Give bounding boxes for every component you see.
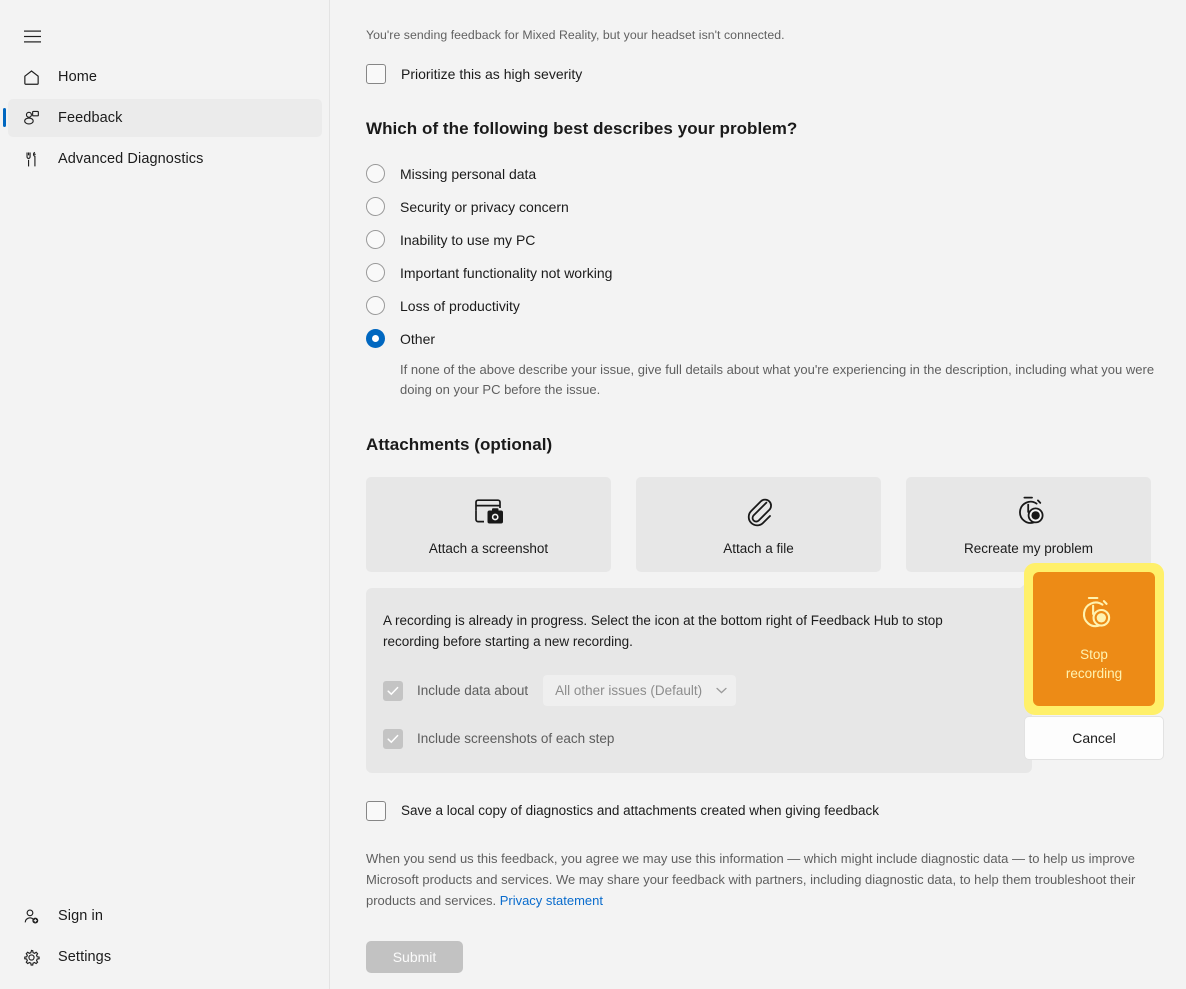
- radio-button[interactable]: [366, 230, 385, 249]
- home-icon: [21, 67, 41, 87]
- radio-label: Loss of productivity: [400, 297, 520, 314]
- save-local-copy-checkbox[interactable]: [366, 801, 386, 821]
- radio-label: Important functionality not working: [400, 264, 613, 281]
- save-local-copy-label: Save a local copy of diagnostics and att…: [401, 803, 880, 818]
- radio-option-security-or-privacy-concern[interactable]: Security or privacy concern: [366, 190, 1186, 223]
- stop-recording-group: Stop recording Cancel: [1024, 563, 1164, 760]
- prioritize-checkbox[interactable]: [366, 64, 386, 84]
- chevron-down-icon: [716, 685, 727, 697]
- include-screenshots-checkbox: [383, 729, 403, 749]
- sidebar-item-label: Sign in: [58, 908, 104, 924]
- hamburger-menu-icon[interactable]: [10, 18, 54, 54]
- attach-a-file-button[interactable]: Attach a file: [636, 477, 881, 572]
- recreate-my-problem-button[interactable]: Recreate my problem: [906, 477, 1151, 572]
- radio-button-selected[interactable]: [366, 329, 385, 348]
- paperclip-icon: [744, 493, 774, 531]
- attachment-buttons-row: Attach a screenshot Attach a file Recrea…: [366, 477, 1186, 572]
- dropdown-value: All other issues (Default): [555, 683, 703, 698]
- stopwatch-record-icon: [1011, 493, 1047, 531]
- problem-section-heading: Which of the following best describes yo…: [366, 119, 798, 138]
- gear-icon: [21, 947, 41, 967]
- save-local-copy-row[interactable]: Save a local copy of diagnostics and att…: [366, 801, 1186, 821]
- include-screenshots-label: Include screenshots of each step: [417, 731, 615, 746]
- attach-a-screenshot-button[interactable]: Attach a screenshot: [366, 477, 611, 572]
- include-data-about-checkbox: [383, 680, 403, 701]
- mixed-reality-notice: You're sending feedback for Mixed Realit…: [366, 28, 785, 42]
- person-add-icon: [21, 906, 41, 926]
- stop-recording-label: Stop recording: [1066, 645, 1122, 683]
- radio-option-important-functionality-not-working[interactable]: Important functionality not working: [366, 256, 1186, 289]
- radio-label: Missing personal data: [400, 165, 537, 182]
- stop-recording-label-line1: Stop: [1080, 647, 1108, 662]
- hamburger-menu-glyph: [23, 30, 41, 42]
- diagnostics-icon: [21, 149, 41, 169]
- feedback-hub-window: Home Feedback Advanced Diagnostics Sign …: [0, 0, 1186, 989]
- legal-disclaimer: When you send us this feedback, you agre…: [366, 848, 1136, 911]
- screenshot-camera-icon: [472, 493, 506, 531]
- radio-label: Other: [400, 330, 436, 347]
- radio-option-loss-of-productivity[interactable]: Loss of productivity: [366, 289, 1186, 322]
- sidebar-item-sign-in[interactable]: Sign in: [8, 897, 322, 935]
- prioritize-checkbox-label: Prioritize this as high severity: [401, 66, 583, 82]
- include-data-about-label: Include data about: [417, 682, 529, 698]
- sidebar-item-label: Advanced Diagnostics: [58, 151, 204, 167]
- checkmark-icon: [387, 686, 399, 695]
- sidebar-item-settings[interactable]: Settings: [8, 938, 322, 976]
- radio-option-missing-personal-data[interactable]: Missing personal data: [366, 157, 1186, 190]
- stop-recording-button[interactable]: Stop recording: [1033, 572, 1155, 706]
- recording-in-progress-panel: A recording is already in progress. Sele…: [366, 576, 1051, 773]
- sidebar-item-advanced-diagnostics[interactable]: Advanced Diagnostics: [8, 140, 322, 178]
- radio-option-other[interactable]: Other: [366, 322, 1186, 355]
- sidebar-bottom-nav: Sign in Settings: [8, 897, 322, 979]
- attach-a-screenshot-label: Attach a screenshot: [428, 541, 549, 556]
- other-option-help-text: If none of the above describe your issue…: [400, 362, 1155, 397]
- sidebar-item-feedback[interactable]: Feedback: [3, 99, 322, 137]
- legal-text: When you send us this feedback, you agre…: [366, 851, 1136, 908]
- sidebar-nav: Home Feedback Advanced Diagnostics: [3, 58, 322, 181]
- sidebar-item-label: Feedback: [58, 110, 123, 126]
- attach-a-file-label: Attach a file: [723, 541, 794, 556]
- include-data-about-row: Include data about All other issues (Def…: [383, 675, 1010, 706]
- radio-button[interactable]: [366, 263, 385, 282]
- prioritize-checkbox-row[interactable]: Prioritize this as high severity: [366, 64, 1186, 84]
- privacy-statement-link[interactable]: Privacy statement: [500, 893, 603, 908]
- feedback-icon: [21, 108, 41, 128]
- stop-recording-highlight: Stop recording: [1024, 563, 1164, 715]
- radio-label: Security or privacy concern: [400, 198, 569, 215]
- problem-radio-group: Missing personal data Security or privac…: [366, 157, 1186, 400]
- radio-button[interactable]: [366, 296, 385, 315]
- sidebar-item-home[interactable]: Home: [8, 58, 322, 96]
- radio-button[interactable]: [366, 197, 385, 216]
- stopwatch-record-icon: [1074, 595, 1114, 636]
- main-content: You're sending feedback for Mixed Realit…: [330, 0, 1186, 989]
- cancel-button[interactable]: Cancel: [1024, 716, 1164, 760]
- radio-label: Inability to use my PC: [400, 231, 536, 248]
- submit-button[interactable]: Submit: [366, 941, 463, 973]
- stop-recording-label-line2: recording: [1065, 666, 1123, 681]
- recreate-my-problem-label: Recreate my problem: [963, 541, 1094, 556]
- radio-option-inability-to-use-my-pc[interactable]: Inability to use my PC: [366, 223, 1186, 256]
- include-data-about-dropdown: All other issues (Default): [543, 675, 737, 706]
- checkmark-icon: [387, 734, 399, 744]
- attachments-section-heading: Attachments (optional): [366, 435, 553, 454]
- sidebar-item-label: Home: [58, 69, 98, 85]
- recording-in-progress-message: A recording is already in progress. Sele…: [383, 613, 943, 649]
- sidebar-item-label: Settings: [58, 949, 112, 965]
- include-screenshots-row: Include screenshots of each step: [383, 729, 1010, 749]
- radio-button[interactable]: [366, 164, 385, 183]
- sidebar: Home Feedback Advanced Diagnostics Sign …: [0, 0, 330, 989]
